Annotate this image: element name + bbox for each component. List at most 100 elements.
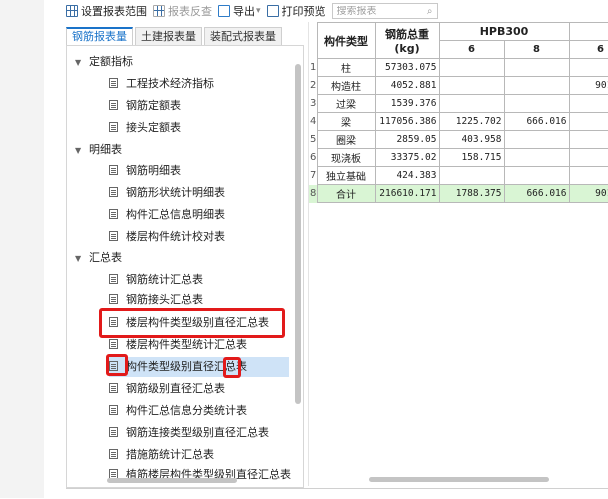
- cell-total[interactable]: 216610.171: [374, 184, 440, 203]
- tree-item[interactable]: 接头定额表: [109, 118, 181, 138]
- cell-value[interactable]: [568, 112, 608, 131]
- cell-type[interactable]: 圈梁: [316, 130, 376, 149]
- tree-item-label: 钢筋定额表: [126, 99, 181, 112]
- cell-type[interactable]: 梁: [316, 112, 376, 131]
- table-row[interactable]: 5 圈梁 2859.05 403.958: [309, 130, 608, 149]
- tree-item[interactable]: 楼层构件类型级别直径汇总表: [109, 313, 269, 333]
- cell-value[interactable]: 666.016: [503, 112, 570, 131]
- cell-value[interactable]: 901.06: [568, 76, 608, 95]
- tree-item[interactable]: 工程技术经济指标: [109, 74, 214, 94]
- tab-civil-report[interactable]: 土建报表量: [135, 27, 202, 46]
- report-check-button[interactable]: 报表反查: [153, 3, 212, 19]
- tree-vertical-scrollbar[interactable]: [295, 64, 301, 404]
- tree-item[interactable]: 钢筋级别直径汇总表: [109, 379, 225, 399]
- tree-item[interactable]: 钢筋定额表: [109, 96, 181, 116]
- chevron-down-icon: ▾: [256, 6, 261, 16]
- tree-item-label: 钢筋明细表: [126, 164, 181, 177]
- cell-type[interactable]: 合计: [316, 184, 376, 203]
- tree-group-detail[interactable]: ▼ 明细表: [75, 140, 122, 160]
- tree-item[interactable]: 构件汇总信息明细表: [109, 205, 225, 225]
- cell-value[interactable]: [503, 94, 570, 113]
- cell-value[interactable]: [503, 130, 570, 149]
- search-icon: ⌕: [426, 5, 433, 17]
- tree-item-label: 接头定额表: [126, 121, 181, 134]
- cell-value[interactable]: [568, 148, 608, 167]
- sub-col-header[interactable]: 8: [503, 40, 570, 59]
- cell-type[interactable]: 独立基础: [316, 166, 376, 185]
- search-box[interactable]: ⌕: [331, 3, 438, 19]
- tree-item[interactable]: 楼层构件统计校对表: [109, 227, 225, 247]
- table-row[interactable]: 4 梁 117056.386 1225.702 666.016: [309, 112, 608, 131]
- report-icon: [109, 165, 118, 175]
- col-header-hpb300[interactable]: HPB300: [438, 22, 570, 41]
- tree-item-label: 构件类型级别直径汇总表: [126, 360, 247, 373]
- table-row[interactable]: 3 过梁 1539.376: [309, 94, 608, 113]
- table-row[interactable]: 7 独立基础 424.383: [309, 166, 608, 185]
- cell-total[interactable]: 57303.075: [374, 58, 440, 77]
- table-horizontal-scrollbar[interactable]: [369, 477, 549, 482]
- cell-value[interactable]: 158.715: [438, 148, 505, 167]
- print-preview-button[interactable]: 打印预览: [266, 3, 326, 19]
- tree-item[interactable]: 钢筋统计汇总表: [109, 270, 203, 290]
- cell-total[interactable]: 33375.02: [374, 148, 440, 167]
- col-header-total[interactable]: 钢筋总重 (kg): [374, 22, 440, 59]
- tab-rebar-report[interactable]: 钢筋报表量: [66, 27, 133, 47]
- cell-value[interactable]: [503, 148, 570, 167]
- cell-total[interactable]: 117056.386: [374, 112, 440, 131]
- cell-value[interactable]: 901.06: [568, 184, 608, 203]
- report-icon: [109, 78, 118, 88]
- tree-item-selected[interactable]: 构件类型级别直径汇总表: [109, 357, 289, 377]
- cell-total[interactable]: 424.383: [374, 166, 440, 185]
- tab-prefab-report[interactable]: 装配式报表量: [204, 27, 282, 46]
- cell-value[interactable]: 1225.702: [438, 112, 505, 131]
- tree-group-label: 明细表: [89, 143, 122, 156]
- cell-value[interactable]: 666.016: [503, 184, 570, 203]
- sub-col-header[interactable]: 6: [438, 40, 505, 59]
- tree-item[interactable]: 钢筋连接类型级别直径汇总表: [109, 423, 269, 443]
- cell-value[interactable]: [438, 94, 505, 113]
- sub-col-header[interactable]: 6: [568, 40, 608, 59]
- report-window: 设置报表范围 报表反查 导出 ▾ 打印预览 ⌕ 钢筋报表量 土建报表量 装配式报…: [44, 0, 608, 499]
- report-icon: [109, 383, 118, 393]
- tree-group-summary[interactable]: ▼ 汇总表: [75, 248, 122, 268]
- set-range-button[interactable]: 设置报表范围: [66, 3, 147, 19]
- cell-type[interactable]: 过梁: [316, 94, 376, 113]
- tree-item[interactable]: 钢筋形状统计明细表: [109, 183, 225, 203]
- cell-total[interactable]: 1539.376: [374, 94, 440, 113]
- tree-item[interactable]: 构件汇总信息分类统计表: [109, 401, 247, 421]
- cell-value[interactable]: [438, 166, 505, 185]
- cell-total[interactable]: 4052.881: [374, 76, 440, 95]
- cell-type[interactable]: 现浇板: [316, 148, 376, 167]
- table-row[interactable]: 2 构造柱 4052.881 901.06: [309, 76, 608, 95]
- cell-value[interactable]: 403.958: [438, 130, 505, 149]
- cell-value[interactable]: [568, 94, 608, 113]
- tree-item[interactable]: 措施筋统计汇总表: [109, 445, 214, 465]
- cell-value[interactable]: [503, 58, 570, 77]
- report-icon: [109, 405, 118, 415]
- export-button[interactable]: 导出 ▾: [218, 3, 261, 19]
- tree-item[interactable]: 钢筋接头汇总表: [109, 290, 203, 310]
- cell-value[interactable]: [568, 130, 608, 149]
- tree-horizontal-scrollbar[interactable]: [107, 478, 237, 483]
- cell-type[interactable]: 柱: [316, 58, 376, 77]
- cell-value[interactable]: [438, 58, 505, 77]
- tree-item[interactable]: 楼层构件类型统计汇总表: [109, 335, 247, 355]
- cell-total[interactable]: 2859.05: [374, 130, 440, 149]
- cell-value[interactable]: 1788.375: [438, 184, 505, 203]
- cell-type[interactable]: 构造柱: [316, 76, 376, 95]
- search-input[interactable]: [336, 5, 417, 17]
- table-row[interactable]: 1 柱 57303.075: [309, 58, 608, 77]
- grid-search-icon: [153, 5, 165, 17]
- cell-value[interactable]: [503, 166, 570, 185]
- table-total-row[interactable]: 8 合计 216610.171 1788.375 666.016 901.06: [309, 184, 608, 203]
- report-icon: [109, 187, 118, 197]
- tree-item[interactable]: 钢筋明细表: [109, 161, 181, 181]
- tree-group-quota[interactable]: ▼ 定额指标: [75, 52, 133, 72]
- cell-value[interactable]: [568, 58, 608, 77]
- cell-value[interactable]: [438, 76, 505, 95]
- cell-value[interactable]: [503, 76, 570, 95]
- cell-value[interactable]: [568, 166, 608, 185]
- col-header-total-unit: (kg): [394, 42, 420, 55]
- col-header-type[interactable]: 构件类型: [316, 22, 376, 59]
- table-row[interactable]: 6 现浇板 33375.02 158.715: [309, 148, 608, 167]
